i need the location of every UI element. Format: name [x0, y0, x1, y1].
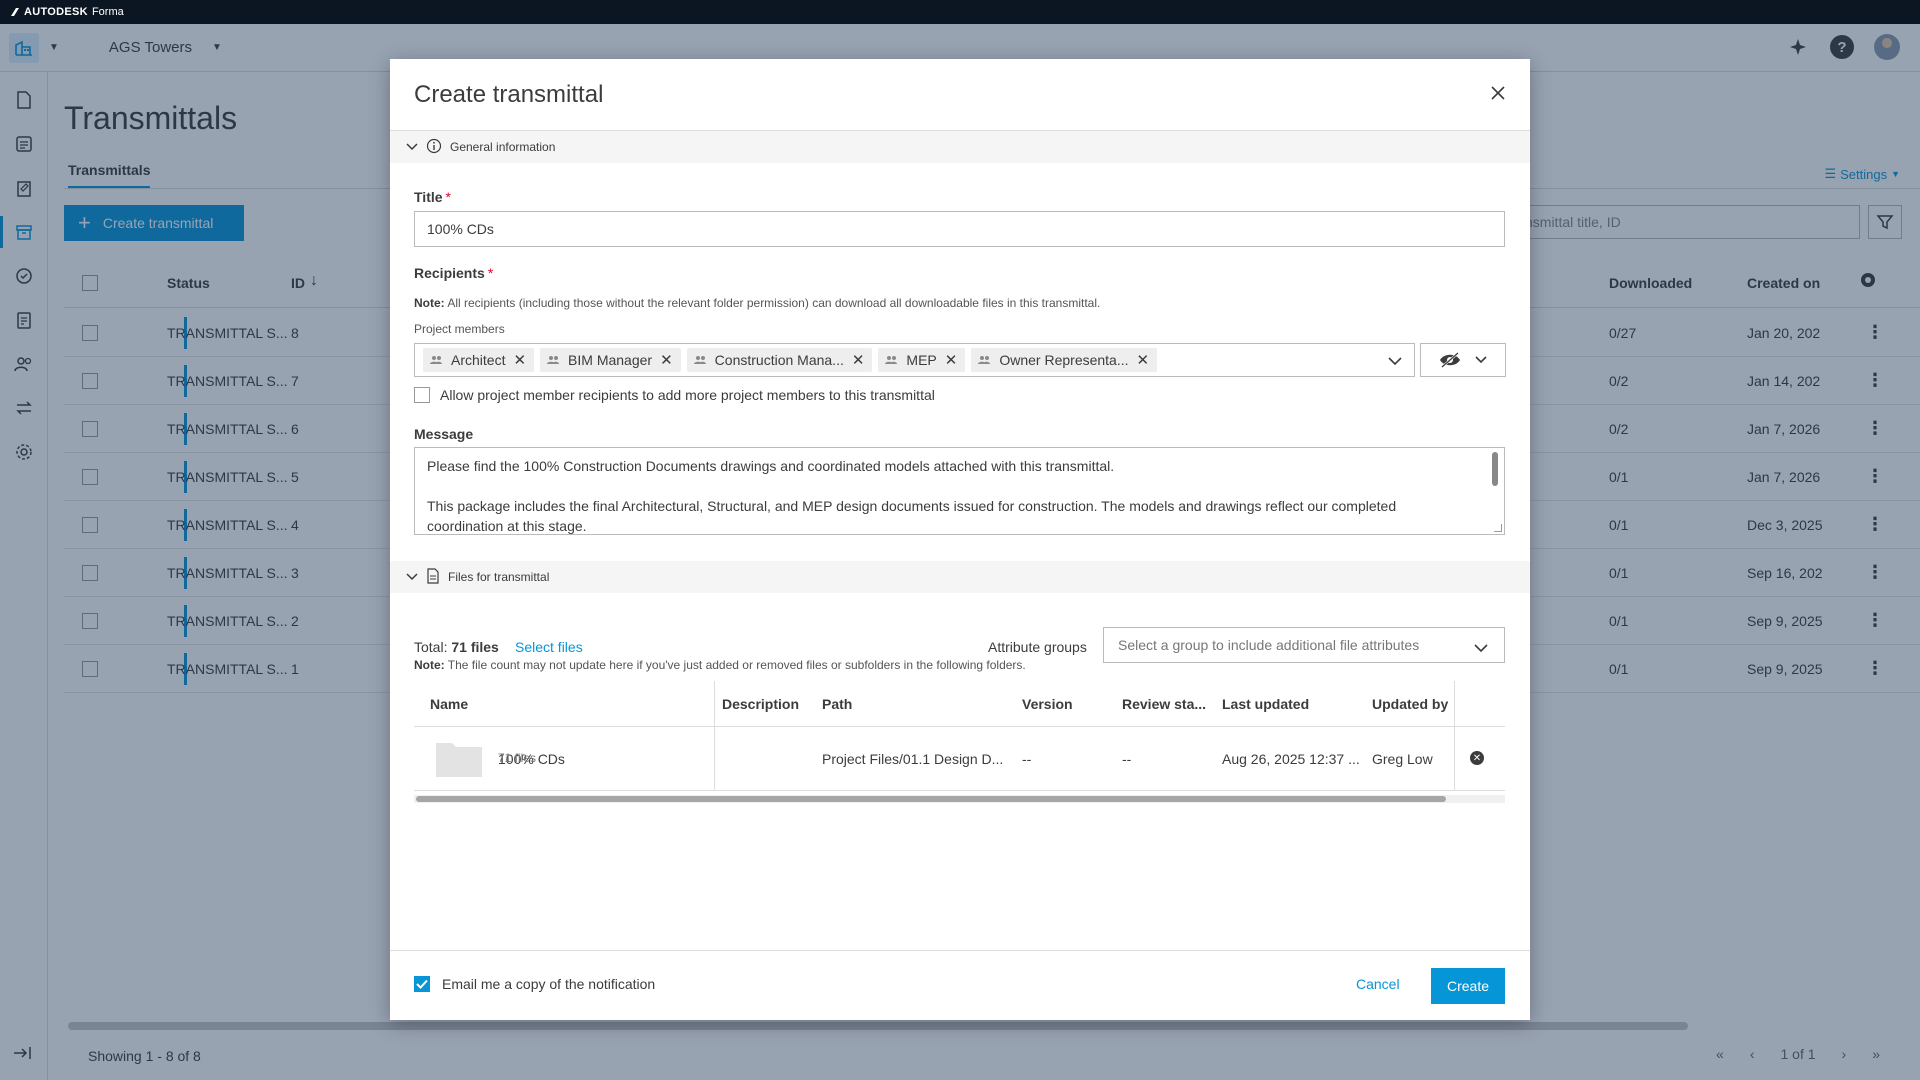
- info-icon: [426, 138, 442, 157]
- remove-recipient-icon[interactable]: ✕: [1137, 351, 1150, 369]
- files-table-scroll-thumb[interactable]: [416, 796, 1446, 802]
- visibility-dropdown-button[interactable]: [1420, 343, 1506, 377]
- message-paragraph-2: This package includes the final Architec…: [427, 498, 1397, 534]
- recipients-label-text: Recipients: [414, 265, 485, 281]
- email-copy-checkbox[interactable]: [414, 976, 430, 992]
- recipients-label: Recipients *: [414, 265, 493, 281]
- checkmark-icon: [416, 979, 428, 989]
- email-copy-label: Email me a copy of the notification: [442, 976, 656, 992]
- title-input[interactable]: 100% CDs: [414, 211, 1505, 247]
- group-icon: [430, 356, 442, 364]
- message-paragraph-1: Please find the 100% Construction Docume…: [427, 458, 1115, 474]
- recipient-chip[interactable]: MEP ✕: [878, 348, 966, 372]
- project-members-label: Project members: [414, 322, 505, 336]
- file-row[interactable]: 100% CDs 71 files Project Files/01.1 Des…: [414, 727, 1505, 791]
- email-copy-option[interactable]: Email me a copy of the notification: [414, 976, 655, 992]
- remove-file-icon[interactable]: ✕: [1470, 751, 1484, 765]
- files-total-prefix: Total:: [414, 639, 448, 655]
- recipient-chip-label: Construction Mana...: [714, 352, 844, 368]
- attribute-groups-label: Attribute groups: [988, 639, 1087, 655]
- files-table-header: Name Description Path Version Review sta…: [414, 681, 1505, 727]
- resize-handle-icon[interactable]: [1494, 524, 1502, 532]
- folder-icon: [436, 743, 482, 777]
- message-label: Message: [414, 426, 474, 442]
- title-label-text: Title: [414, 189, 443, 205]
- files-section-label: Files for transmittal: [448, 570, 550, 584]
- chevron-down-icon: [1475, 356, 1487, 364]
- recipient-chip-label: BIM Manager: [568, 352, 653, 368]
- recipient-chip[interactable]: Construction Mana... ✕: [686, 348, 873, 372]
- brand-company: AUTODESK: [24, 6, 88, 18]
- file-last-updated: Aug 26, 2025 12:37 ...: [1222, 751, 1360, 767]
- remove-recipient-icon[interactable]: ✕: [513, 351, 526, 369]
- required-asterisk: *: [487, 265, 494, 281]
- brand-bar: AUTODESK Forma: [0, 0, 1920, 24]
- chevron-down-icon: [406, 140, 418, 154]
- required-asterisk: *: [445, 189, 451, 205]
- create-button[interactable]: Create: [1431, 968, 1505, 1004]
- file-column-version[interactable]: Version: [1022, 696, 1073, 712]
- group-icon: [885, 356, 898, 364]
- remove-recipient-icon[interactable]: ✕: [852, 351, 865, 369]
- message-textarea[interactable]: Please find the 100% Construction Docume…: [414, 447, 1505, 535]
- recipient-chip-label: Architect: [451, 352, 506, 368]
- group-icon: [693, 356, 706, 364]
- group-icon: [978, 356, 991, 364]
- recipient-chip[interactable]: Owner Representa... ✕: [971, 348, 1158, 372]
- files-total-value: 71 files: [451, 639, 499, 655]
- autodesk-logo-icon: [11, 8, 19, 16]
- recipient-chip-label: MEP: [906, 352, 937, 368]
- document-icon: [426, 567, 440, 587]
- dialog-footer: Email me a copy of the notification Canc…: [390, 950, 1530, 1020]
- recipient-chip-label: Owner Representa...: [999, 352, 1129, 368]
- brand-product: Forma: [91, 6, 124, 18]
- general-information-label: General information: [450, 140, 556, 154]
- attribute-groups-placeholder: Select a group to include additional fil…: [1118, 637, 1420, 653]
- allow-add-members-option[interactable]: Allow project member recipients to add m…: [414, 387, 935, 403]
- files-note: Note: The file count may not update here…: [414, 658, 1026, 672]
- create-transmittal-dialog: Create transmittal General information T…: [390, 59, 1530, 1020]
- files-total: Total: 71 files: [414, 639, 499, 655]
- file-updated-by: Greg Low: [1372, 751, 1433, 767]
- recipients-note-text: All recipients (including those without …: [447, 296, 1101, 310]
- recipients-note: Note: All recipients (including those wi…: [414, 296, 1100, 310]
- select-files-link[interactable]: Select files: [515, 639, 583, 655]
- files-section-toggle[interactable]: Files for transmittal: [390, 561, 1530, 593]
- files-note-bold: Note:: [414, 658, 445, 672]
- remove-recipient-icon[interactable]: ✕: [945, 351, 958, 369]
- file-version: --: [1022, 751, 1032, 767]
- close-icon[interactable]: [1490, 85, 1506, 106]
- recipient-chip[interactable]: Architect ✕: [423, 348, 535, 372]
- dialog-title: Create transmittal: [414, 81, 604, 108]
- file-count: 71 files: [498, 751, 537, 765]
- file-review-status: --: [1122, 751, 1132, 767]
- file-column-description[interactable]: Description: [722, 696, 799, 712]
- recipients-select[interactable]: Architect ✕ BIM Manager ✕ Construction Mana.…: [414, 343, 1415, 377]
- chevron-down-icon: [406, 570, 418, 584]
- file-column-review-status[interactable]: Review sta...: [1122, 696, 1206, 712]
- recipient-chip[interactable]: BIM Manager ✕: [540, 348, 681, 372]
- file-column-path[interactable]: Path: [822, 696, 852, 712]
- recipients-note-bold: Note:: [414, 296, 445, 310]
- allow-add-members-label: Allow project member recipients to add m…: [440, 387, 935, 403]
- files-table-scrollbar[interactable]: [414, 795, 1505, 803]
- attribute-groups-select[interactable]: Select a group to include additional fil…: [1103, 627, 1505, 663]
- group-icon: [547, 356, 560, 364]
- files-note-text: The file count may not update here if yo…: [447, 658, 1026, 672]
- allow-add-members-checkbox[interactable]: [414, 387, 430, 403]
- file-column-last-updated[interactable]: Last updated: [1222, 696, 1309, 712]
- general-information-section-toggle[interactable]: General information: [390, 131, 1530, 163]
- file-column-updated-by[interactable]: Updated by: [1372, 696, 1448, 712]
- message-scrollbar[interactable]: [1492, 452, 1498, 486]
- remove-recipient-icon[interactable]: ✕: [660, 351, 673, 369]
- chevron-down-icon: [1474, 640, 1488, 656]
- recipients-chevron-down-icon[interactable]: [1388, 353, 1402, 371]
- recipient-chips: Architect ✕ BIM Manager ✕ Construction Mana.…: [423, 348, 1158, 372]
- title-label: Title *: [414, 189, 451, 205]
- file-path: Project Files/01.1 Design D...: [822, 751, 1004, 767]
- file-column-name[interactable]: Name: [430, 696, 468, 712]
- eye-hidden-icon: [1440, 352, 1460, 368]
- cancel-button[interactable]: Cancel: [1356, 976, 1400, 992]
